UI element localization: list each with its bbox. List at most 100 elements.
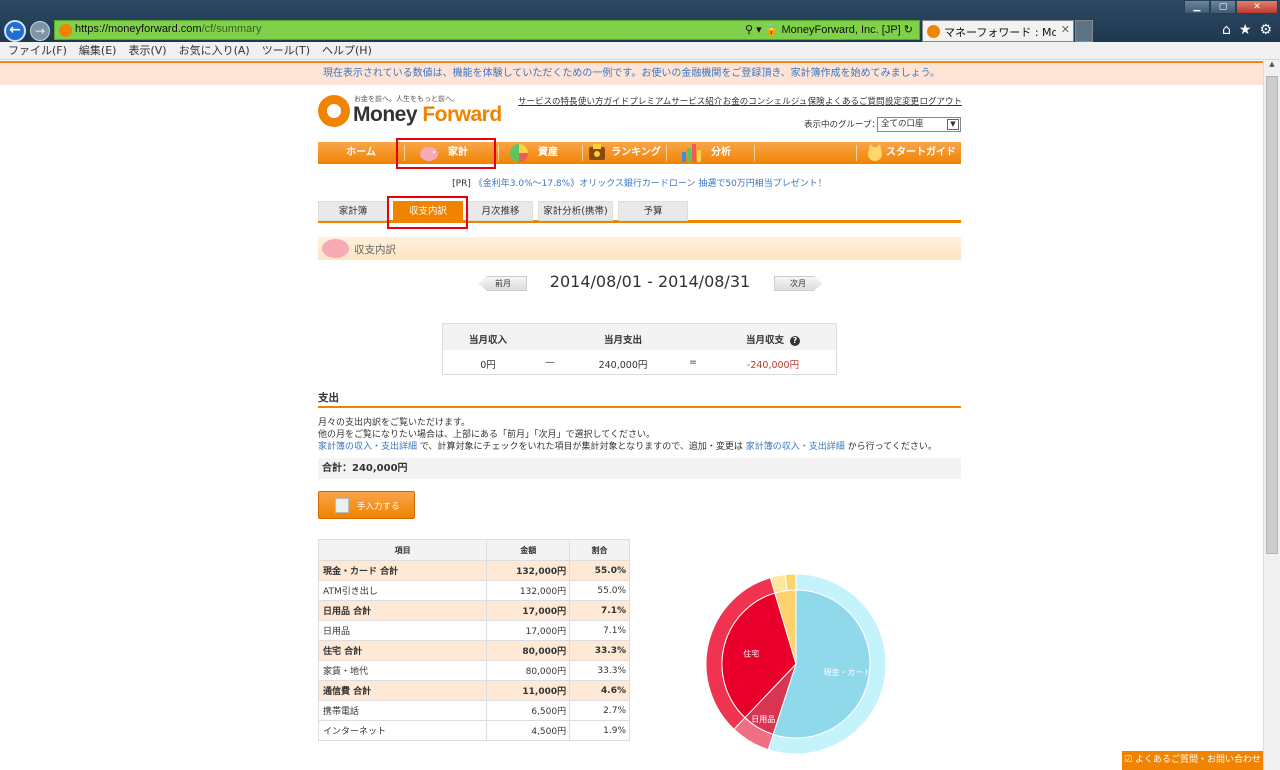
col-header-item: 項目	[317, 539, 488, 561]
section-header: 収支内訳	[318, 237, 961, 260]
menu-edit[interactable]: 編集(E)	[79, 42, 117, 59]
balance-label: 当月収支	[745, 335, 784, 346]
address-url: https://moneyforward.com/cf/summary	[75, 23, 262, 35]
new-tab-button[interactable]	[1075, 20, 1093, 42]
table-row: ATM引き出し 132,000円 55.0%	[317, 580, 630, 601]
link-premium[interactable]: プレミアムサービス紹介	[629, 95, 722, 107]
menu-tools[interactable]: ツール(T)	[262, 42, 310, 59]
row-ratio: 4.6%	[569, 680, 630, 701]
moneyforward-logo[interactable]: お金を前へ。人生をもっと前へ。 Money Forward	[318, 93, 502, 129]
minus-sign: —	[545, 357, 555, 368]
row-name: 携帯電話	[317, 700, 488, 721]
tab-kakeibo[interactable]: 家計簿	[318, 201, 388, 221]
prev-month-button[interactable]: 前月	[479, 276, 527, 291]
highlight-shushi	[387, 196, 468, 229]
link-logout[interactable]: ログアウト	[919, 95, 962, 107]
section-title: 収支内訳	[354, 244, 396, 256]
row-amount: 17,000円	[486, 620, 571, 641]
balance-value: -240,000円	[746, 360, 800, 371]
forward-button[interactable]: →	[30, 21, 50, 41]
expense-description: 月々の支出内訳をご覧いただけます。 他の月をご覧になりたい場合は、上部にある「前…	[318, 417, 937, 453]
logo-text: Money Forward	[353, 103, 502, 126]
help-icon[interactable]: ?	[790, 336, 800, 346]
notepad-icon	[335, 498, 349, 513]
menu-help[interactable]: ヘルプ(H)	[322, 42, 372, 59]
category-row: 日用品 合計 17,000円 7.1%	[317, 600, 630, 621]
home-icon[interactable]: ⌂	[1222, 22, 1231, 38]
monthly-summary: 当月収入 当月支出 当月収支? 0円 — 240,000円 = -240,000…	[442, 323, 837, 375]
tab-monthly-trend[interactable]: 月次推移	[468, 201, 533, 221]
row-ratio: 7.1%	[569, 620, 630, 641]
link-features[interactable]: サービスの特長	[518, 95, 578, 107]
faq-contact-button[interactable]: ☑ よくあるご質問・お問い合わせ	[1122, 751, 1263, 770]
link-insurance[interactable]: 保険	[808, 95, 825, 107]
row-amount: 6,500円	[486, 700, 571, 721]
table-row: 家賃・地代 80,000円 33.3%	[317, 660, 630, 681]
table-header-row: 項目 金額 割合	[317, 539, 630, 561]
browser-titlebar: ← → https://moneyforward.com/cf/summary …	[0, 0, 1280, 42]
row-ratio: 55.0%	[569, 580, 630, 601]
back-button[interactable]: ←	[4, 20, 26, 42]
date-range: 2014/08/01 - 2014/08/31	[549, 272, 751, 291]
link-faq[interactable]: よくあるご質問	[825, 95, 885, 107]
scroll-up-icon[interactable]: ▲	[1264, 60, 1280, 74]
favicon-icon	[59, 24, 72, 37]
row-name: 通信費 合計	[317, 680, 488, 701]
close-window-icon[interactable]: ✕	[1236, 0, 1278, 14]
scroll-thumb[interactable]	[1266, 76, 1278, 554]
chevron-down-icon: ▼	[947, 119, 959, 130]
table-row: 日用品 17,000円 7.1%	[317, 620, 630, 641]
pr-prefix: [PR]	[452, 179, 471, 189]
browser-tab[interactable]: マネーフォワード : Mone... ✕	[922, 20, 1074, 42]
minimize-icon[interactable]: ▁	[1184, 0, 1210, 14]
income-value: 0円	[480, 360, 496, 371]
group-select[interactable]: 全ての口座 ▼	[877, 117, 961, 132]
favorites-star-icon[interactable]: ★	[1239, 22, 1252, 38]
row-amount: 4,500円	[486, 720, 571, 741]
maximize-icon[interactable]: ▢	[1210, 0, 1236, 14]
row-name: 家賃・地代	[317, 660, 488, 681]
nav-ranking[interactable]: ランキング	[608, 142, 664, 164]
slice-label-2: 住宅	[743, 648, 759, 658]
desc-line2: 他の月をご覧になりたい場合は、上部にある「前月」「次月」で選択してください。	[318, 430, 655, 440]
group-select-value: 全ての口座	[881, 119, 924, 129]
tab-close-icon[interactable]: ✕	[1061, 23, 1070, 36]
link-guide[interactable]: 使い方ガイド	[578, 95, 629, 107]
piggy-bank-icon	[322, 239, 349, 258]
category-row: 住宅 合計 80,000円 33.3%	[317, 640, 630, 661]
vertical-scrollbar[interactable]: ▲	[1263, 60, 1280, 770]
row-name: 住宅 合計	[317, 640, 488, 661]
assets-pie-icon	[508, 142, 530, 164]
tab-mobile-analysis[interactable]: 家計分析(携帯)	[538, 201, 613, 221]
row-amount: 11,000円	[486, 680, 571, 701]
menu-favorites[interactable]: お気に入り(A)	[179, 42, 250, 59]
link-concierge[interactable]: お金のコンシェルジュ	[723, 95, 807, 107]
start-guide-cat-icon	[864, 142, 886, 164]
logo-mark-icon	[318, 95, 350, 127]
gear-icon[interactable]: ⚙	[1259, 22, 1272, 38]
row-ratio: 33.3%	[569, 660, 630, 681]
nav-home[interactable]: ホーム	[318, 142, 404, 164]
nav-bunseki[interactable]: 分析	[704, 142, 738, 164]
row-ratio: 2.7%	[569, 700, 630, 721]
col-header-ratio: 割合	[569, 539, 630, 561]
row-ratio: 7.1%	[569, 600, 630, 621]
manual-entry-button[interactable]: 手入力する	[318, 491, 415, 519]
link-settings[interactable]: 設定変更	[885, 95, 919, 107]
tab-budget[interactable]: 予算	[618, 201, 688, 221]
row-ratio: 1.9%	[569, 720, 630, 741]
desc-link-details-2[interactable]: 家計簿の収入・支出詳細	[746, 442, 845, 452]
menu-file[interactable]: ファイル(F)	[8, 42, 67, 59]
next-month-button[interactable]: 次月	[774, 276, 822, 291]
tab-title: マネーフォワード : Mone...	[944, 26, 1056, 39]
pr-link[interactable]: 《金利年3.0%～17.8%》オリックス銀行カードローン 抽選で50万円相当プレ…	[474, 179, 827, 189]
expense-pie-chart: 現金・カード日用品 住宅	[705, 573, 887, 755]
nav-start-guide[interactable]: スタートガイド	[886, 142, 956, 164]
row-name: 現金・カード 合計	[317, 560, 488, 581]
address-bar[interactable]: https://moneyforward.com/cf/summary ⚲ ▾ …	[54, 20, 920, 40]
row-amount: 132,000円	[486, 580, 571, 601]
outer-slice-4	[784, 573, 797, 592]
nav-shisan[interactable]: 資産	[530, 142, 566, 164]
menu-view[interactable]: 表示(V)	[128, 42, 166, 59]
desc-link-details[interactable]: 家計簿の収入・支出詳細	[318, 442, 417, 452]
